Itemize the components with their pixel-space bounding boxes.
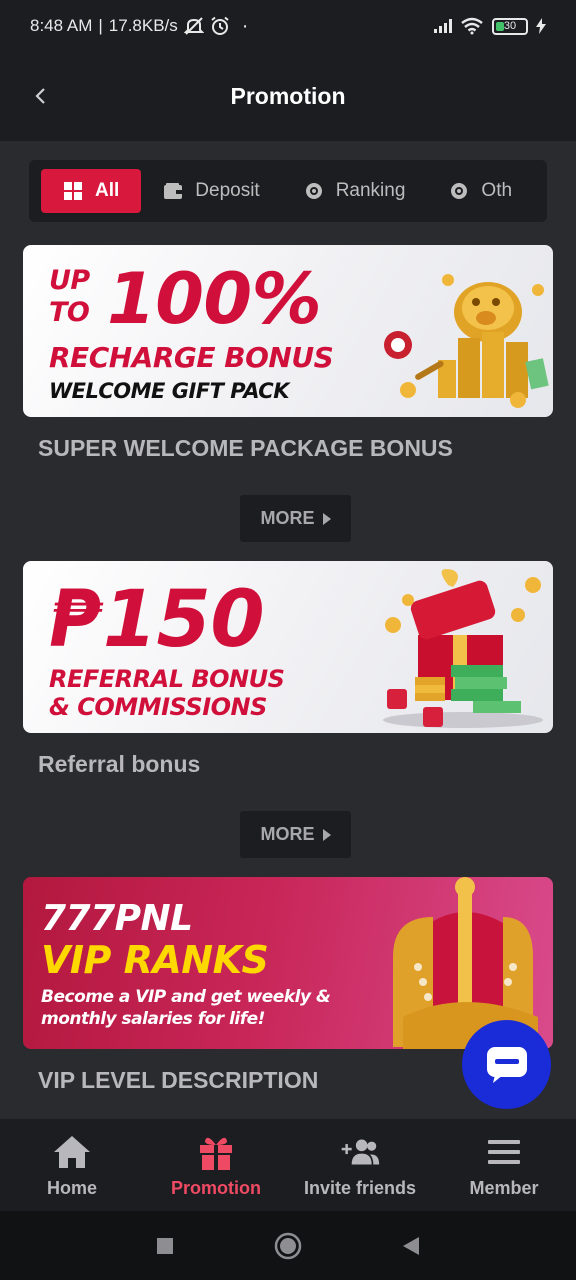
wallet-icon [163,181,183,201]
nav-invite-friends-label: Invite friends [303,1177,417,1198]
gift-icon [196,1132,236,1172]
chat-bubble-icon [486,1046,527,1083]
nav-promotion-label: Promotion [171,1177,261,1198]
status-time: 8:48 AM [30,16,93,35]
promo-title-referral: Referral bonus [38,751,201,777]
home-icon [52,1132,92,1172]
menu-icon [484,1132,524,1172]
banner-referral-text: REFERRAL BONUS [49,665,285,693]
banner-vip-desc-line1: Become a VIP and get weekly & [41,987,331,1007]
banner-up-text: UP [49,265,90,296]
status-bar: 8:48 AM | 17.8KB/s · 30 [0,0,576,52]
nav-home[interactable]: Home [0,1119,144,1211]
more-label: MORE [260,508,315,528]
notification-dot: · [241,14,249,37]
tab-ranking-label: Ranking [335,180,406,201]
battery-level: 30 [503,20,517,32]
banner-vip-desc-line2: monthly salaries for life! [41,1009,265,1029]
tab-deposit-label: Deposit [195,180,260,201]
promo-banner-referral[interactable]: ₱150 REFERRAL BONUS & COMMISSIONS [23,561,553,733]
ranking-icon [304,181,324,201]
app-header: Promotion [0,52,576,141]
promo-title-welcome: SUPER WELCOME PACKAGE BONUS [38,435,453,461]
banner-brand-text: 777PNL [41,898,193,939]
play-arrow-icon [322,828,331,841]
chevron-left-icon [35,88,45,104]
banner-to-text: TO [49,297,90,328]
status-right: 30 [434,17,546,35]
banner-percent-text: 100% [107,258,322,340]
grid-icon [63,181,83,201]
tab-all-label: All [95,180,120,201]
page-title: Promotion [230,83,346,109]
category-tabs: All Deposit Ranking Oth [29,160,547,222]
banner-gift-text: WELCOME GIFT PACK [49,379,290,403]
status-divider: | [98,16,103,35]
play-arrow-icon [322,512,331,525]
tab-all[interactable]: All [41,169,142,213]
crown-icon [393,877,538,1049]
nav-member-label: Member [469,1177,539,1198]
back-triangle-icon[interactable] [402,1236,420,1256]
nav-invite-friends[interactable]: Invite friends [288,1119,432,1211]
banner-vip-ranks-text: VIP RANKS [41,938,269,982]
promo-banner-vip[interactable]: 777PNL VIP RANKS Become a VIP and get we… [23,877,553,1049]
status-speed: 17.8KB/s [108,16,178,35]
wifi-icon [461,17,483,35]
system-nav-bar [0,1211,576,1280]
banner-recharge-text: RECHARGE BONUS [49,341,334,374]
recent-apps-icon[interactable] [156,1237,174,1255]
more-label: MORE [260,824,315,844]
tab-other-label: Oth [481,180,513,201]
alarm-icon [211,16,229,35]
piggy-bank-icon [384,274,549,408]
tab-ranking[interactable]: Ranking [282,169,428,213]
promo-banner-welcome[interactable]: UP TO 100% RECHARGE BONUS WELCOME GIFT P… [23,245,553,417]
nav-promotion[interactable]: Promotion [144,1119,288,1211]
more-button-welcome[interactable]: MORE [240,495,351,542]
battery-icon: 30 [492,17,528,35]
add-user-icon [340,1132,380,1172]
tab-other[interactable]: Oth [427,169,534,213]
bottom-nav: Home Promotion Invite friends Member [0,1119,576,1211]
nav-home-label: Home [46,1177,97,1198]
banner-commissions-text: & COMMISSIONS [49,693,267,721]
back-button[interactable] [28,80,52,112]
signal-icon [434,19,452,33]
charging-icon [536,18,546,34]
chat-button[interactable] [462,1020,551,1109]
nav-member[interactable]: Member [432,1119,576,1211]
mute-icon [183,17,204,35]
tab-deposit[interactable]: Deposit [141,169,281,213]
more-button-referral[interactable]: MORE [240,811,351,858]
other-icon [449,181,469,201]
status-left: 8:48 AM | 17.8KB/s · [30,15,248,38]
home-circle-icon[interactable] [274,1232,302,1260]
banner-amount-text: ₱150 [49,575,265,665]
promo-title-vip: VIP LEVEL DESCRIPTION [38,1067,319,1093]
gift-box-icon [383,569,543,728]
